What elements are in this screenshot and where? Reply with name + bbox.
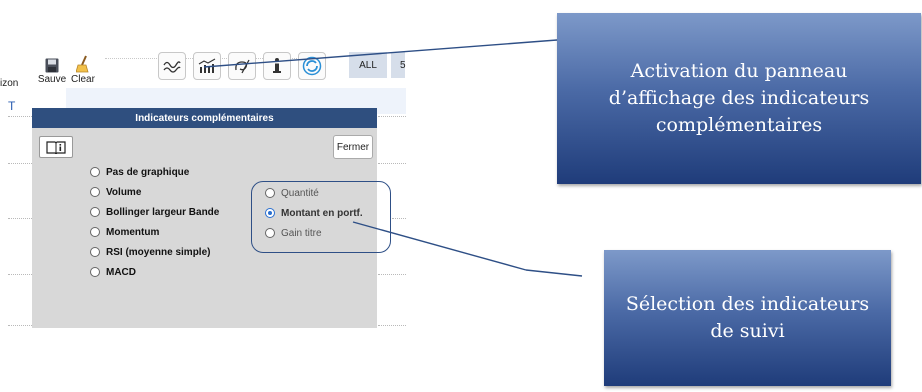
connector-line-bottom-tail (525, 269, 583, 277)
callout-text: Sélection des indicateurs de suivi (625, 293, 870, 342)
callout-panel-activation: Activation du panneau d’affichage des in… (557, 13, 921, 184)
callout-text: Activation du panneau d’affichage des in… (608, 60, 870, 136)
connector-line-bottom (352, 221, 527, 271)
connector-line-top (203, 39, 558, 68)
callout-tracking-selection: Sélection des indicateurs de suivi (604, 250, 891, 386)
